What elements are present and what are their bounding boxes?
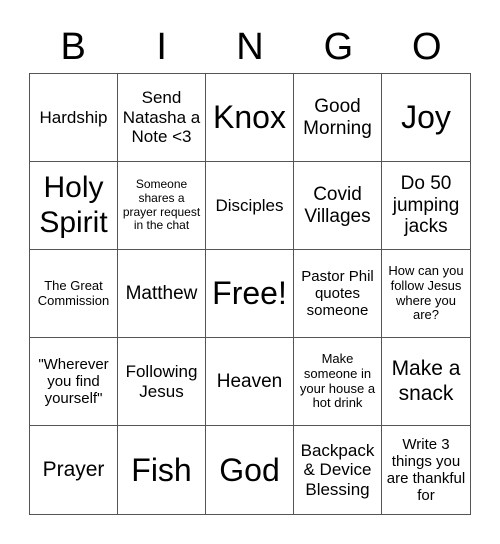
bingo-cell[interactable]: How can you follow Jesus where you are? <box>382 250 470 338</box>
bingo-cell[interactable]: Joy <box>382 74 470 162</box>
bingo-cell[interactable]: Pastor Phil quotes someone <box>294 250 382 338</box>
bingo-card-grid: Hardship Send Natasha a Note <3 Knox Good M… <box>29 73 471 515</box>
bingo-cell[interactable]: God <box>206 426 294 514</box>
bingo-cell[interactable]: Knox <box>206 74 294 162</box>
bingo-cell[interactable]: Heaven <box>206 338 294 426</box>
bingo-cell[interactable]: Someone shares a prayer request in the c… <box>118 162 206 250</box>
bingo-cell[interactable]: Write 3 things you are thankful for <box>382 426 470 514</box>
header-letter-b: B <box>60 25 86 68</box>
bingo-cell[interactable]: Fish <box>118 426 206 514</box>
bingo-cell[interactable]: Following Jesus <box>118 338 206 426</box>
bingo-cell[interactable]: Holy Spirit <box>30 162 118 250</box>
bingo-cell[interactable]: Good Morning <box>294 74 382 162</box>
header-letter-i: I <box>156 25 167 68</box>
header-letter-g: G <box>323 25 354 68</box>
bingo-cell[interactable]: Covid Villages <box>294 162 382 250</box>
bingo-cell[interactable]: The Great Commission <box>30 250 118 338</box>
bingo-cell[interactable]: Send Natasha a Note <3 <box>118 74 206 162</box>
bingo-cell[interactable]: Make a snack <box>382 338 470 426</box>
bingo-cell[interactable]: Disciples <box>206 162 294 250</box>
header-letter-o: O <box>412 25 442 68</box>
bingo-header: B I N G O <box>29 22 471 72</box>
header-letter-n: N <box>236 25 264 68</box>
bingo-cell[interactable]: Matthew <box>118 250 206 338</box>
bingo-cell[interactable]: Backpack & Device Blessing <box>294 426 382 514</box>
bingo-cell[interactable]: Make someone in your house a hot drink <box>294 338 382 426</box>
bingo-cell[interactable]: Do 50 jumping jacks <box>382 162 470 250</box>
bingo-cell[interactable]: "Wherever you find yourself" <box>30 338 118 426</box>
bingo-cell[interactable]: Prayer <box>30 426 118 514</box>
bingo-cell[interactable]: Hardship <box>30 74 118 162</box>
free-space-cell[interactable]: Free! <box>206 250 294 338</box>
